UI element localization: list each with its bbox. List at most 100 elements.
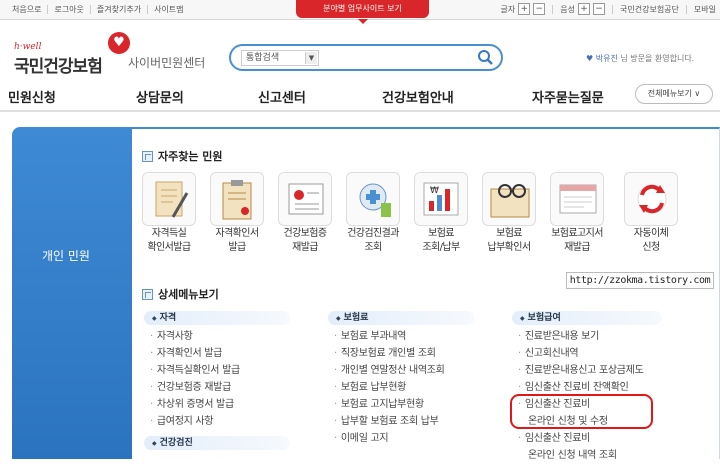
fav-payment-certificate[interactable]: 보험료 납부확인서: [472, 172, 546, 254]
list-item-continued[interactable]: 온라인 신청 내역 조회: [518, 447, 643, 464]
list-item[interactable]: 임신출산 진료비: [518, 430, 643, 447]
fav-auto-transfer[interactable]: 자동이체 신청: [614, 172, 688, 254]
right-utility: 글자 + − 음성 + − 국민건강보험공단 모바일: [501, 3, 716, 15]
nav-faq[interactable]: 자주묻는질문: [532, 87, 604, 106]
fav-label-line2: 재발급: [292, 242, 318, 253]
fav-label-line2: 조회/납부: [422, 242, 460, 253]
fav-qualification-confirm[interactable]: 자격확인서 발급: [200, 172, 274, 254]
main-nav: 민원신청 상담문의 신고센터 건강보험안내 자주묻는질문 전체메뉴보기 ∨: [0, 82, 720, 112]
welcome-text: 님 방문을 환영합니다.: [617, 54, 695, 63]
favorites-title-text: 자주찾는 민원: [158, 150, 223, 163]
logo-tagline: h·well: [14, 42, 42, 52]
fav-label-line2: 조회: [364, 242, 382, 253]
fav-premium-pay[interactable]: ₩ 보험료 조회/납부: [404, 172, 478, 254]
user-icon: ♥: [586, 54, 594, 63]
font-plus-button[interactable]: +: [518, 3, 531, 15]
header: h·well 국민건강보험 ♥ 사이버민원센터 통합검색 ▼ ♥ 박유진 님 방…: [0, 22, 720, 80]
nav-insurance-guide[interactable]: 건강보험안내: [382, 87, 454, 106]
fav-label-line2: 신청: [642, 242, 660, 253]
fav-label-line2: 발급: [228, 242, 246, 253]
fav-label-line1: 보험료고지서: [551, 228, 603, 239]
fav-label-line2: 재발급: [564, 242, 590, 253]
premium-list: 보험료 부과내역 직장보험료 개인별 조회 개인별 연말정산 내역조회 보험료 …: [334, 328, 445, 447]
won-chart-icon: ₩: [414, 172, 468, 226]
favorites-title: 자주찾는 민원: [142, 148, 223, 164]
red-highlight-annotation: [510, 394, 653, 429]
user-name: 박유진: [595, 54, 618, 63]
sitemap-link[interactable]: 사이트맵: [148, 5, 189, 14]
heart-logo-icon: ♥: [108, 32, 130, 54]
fav-label-line1: 보험료: [428, 228, 454, 239]
list-item[interactable]: 보험료 고지납부현황: [334, 396, 445, 413]
list-item[interactable]: 자격확인서 발급: [150, 345, 240, 362]
list-item[interactable]: 직장보험료 개인별 조회: [334, 345, 445, 362]
search-box: 통합검색 ▼: [229, 44, 503, 71]
divider: [552, 4, 554, 14]
fav-label-line1: 건강보험증: [283, 228, 327, 239]
font-size-label: 글자: [500, 4, 516, 14]
qualification-list: 자격사항 자격확인서 발급 자격득실확인서 발급 건강보험증 재발급 차상위 증…: [150, 328, 240, 430]
chevron-down-icon: ▼: [305, 52, 317, 64]
left-panel: 개인 민원: [12, 127, 132, 459]
list-item[interactable]: 보험료 납부현황: [334, 379, 445, 396]
nav-consult[interactable]: 상담문의: [136, 87, 184, 106]
fav-label-line1: 자동이체: [633, 228, 669, 239]
section-icon: [142, 288, 153, 300]
utility-bar: 처음으로 로그아웃 즐겨찾기추가 사이트맵 분야별 업무사이트 보기 글자 + …: [0, 0, 720, 24]
fav-label-line1: 보험료: [496, 228, 522, 239]
left-panel-title: 개인 민원: [42, 249, 90, 263]
details-title: 상세메뉴보기: [142, 286, 219, 302]
fav-label-line1: 건강검진결과: [347, 228, 399, 239]
font-minus-button[interactable]: −: [533, 3, 546, 15]
nav-report[interactable]: 신고센터: [258, 87, 306, 106]
logo-name: 국민건강보험: [14, 57, 103, 77]
fav-label-line1: 자격득실: [151, 228, 187, 239]
category-head-checkup: 건강검진: [144, 436, 290, 450]
search-input[interactable]: [323, 50, 473, 66]
list-item[interactable]: 개인별 연말정산 내역조회: [334, 362, 445, 379]
sound-minus-button[interactable]: −: [593, 3, 606, 15]
list-item[interactable]: 급여정지 사항: [150, 413, 240, 430]
mobile-link[interactable]: 모바일: [694, 4, 716, 15]
watermark-url: http://zzokma.tistory.com: [566, 272, 714, 289]
list-item[interactable]: 건강보험증 재발급: [150, 379, 240, 396]
sound-plus-button[interactable]: +: [578, 3, 591, 15]
section-icon: [142, 150, 153, 162]
details-title-text: 상세메뉴보기: [158, 288, 219, 301]
all-menu-button[interactable]: 전체메뉴보기 ∨: [635, 84, 713, 104]
list-item[interactable]: 차상위 증명서 발급: [150, 396, 240, 413]
list-item[interactable]: 보험료 부과내역: [334, 328, 445, 345]
fav-qualification-certificate[interactable]: 자격득실 확인서발급: [132, 172, 206, 254]
sound-label: 음성: [560, 4, 576, 14]
glasses-paper-icon: [482, 172, 536, 226]
add-favorite-link[interactable]: 즐겨찾기추가: [91, 5, 149, 14]
list-item[interactable]: 신고회신내역: [518, 345, 643, 362]
list-item[interactable]: 이메일 고지: [334, 430, 445, 447]
utility-links: 처음으로 로그아웃 즐겨찾기추가 사이트맵: [6, 5, 190, 14]
list-item[interactable]: 납부할 보험료 조회 납부: [334, 413, 445, 430]
fav-label-line1: 자격확인서: [215, 228, 259, 239]
fav-bill-reissue[interactable]: 보험료고지서 재발급: [540, 172, 614, 254]
logo-center-name: 사이버민원센터: [128, 56, 206, 70]
logout-link[interactable]: 로그아웃: [48, 5, 91, 14]
search-scope-value: 통합검색: [246, 53, 280, 63]
list-item[interactable]: 자격사항: [150, 328, 240, 345]
nhis-link[interactable]: 국민건강보험공단: [620, 4, 679, 15]
fav-label-line2: 납부확인서: [487, 242, 531, 253]
fav-checkup-result[interactable]: 건강검진결과 조회: [336, 172, 410, 254]
nav-apply[interactable]: 민원신청: [8, 87, 56, 106]
bill-icon: [550, 172, 604, 226]
list-item[interactable]: 자격득실확인서 발급: [150, 362, 240, 379]
home-link[interactable]: 처음으로: [6, 5, 49, 14]
dept-site-tab[interactable]: 분야별 업무사이트 보기: [296, 0, 429, 24]
fav-insurance-card[interactable]: 건강보험증 재발급: [268, 172, 342, 254]
category-head-benefits: 보험급여: [512, 311, 662, 325]
search-icon[interactable]: [477, 49, 493, 67]
category-head-qualification: 자격: [144, 311, 290, 325]
list-item[interactable]: 진료받은내용신고 포상금제도: [518, 362, 644, 379]
auto-transfer-icon: [624, 172, 678, 226]
document-pen-icon: [142, 172, 196, 226]
search-scope-select[interactable]: 통합검색 ▼: [241, 50, 319, 66]
divider: [685, 4, 687, 14]
list-item[interactable]: 진료받은내용 보기: [518, 328, 643, 345]
